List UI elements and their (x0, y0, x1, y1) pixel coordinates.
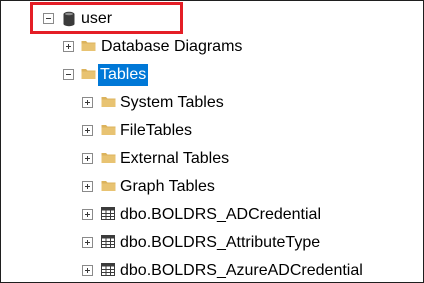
tree-node-label[interactable]: System Tables (118, 92, 226, 114)
tree-node-label[interactable]: dbo.BOLDRS_ADCredential (118, 204, 323, 226)
tree-node-external-tables[interactable]: External Tables (1, 148, 241, 170)
table-icon (101, 263, 115, 277)
tree-node-label[interactable]: Database Diagrams (99, 36, 244, 58)
tree-node-system-tables[interactable]: System Tables (1, 92, 241, 114)
folder-icon (101, 123, 116, 137)
expand-toggle-icon[interactable] (82, 237, 93, 248)
object-explorer-panel: user Database Diagrams Tables System Tab… (0, 0, 424, 283)
tree-node-label[interactable]: Tables (98, 64, 149, 86)
expand-toggle-icon[interactable] (82, 125, 93, 136)
tree-node-label[interactable]: dbo.BOLDRS_AttributeType (118, 232, 322, 254)
expand-toggle-icon[interactable] (82, 265, 93, 276)
folder-icon (101, 151, 116, 165)
highlight-annotation-box (30, 2, 183, 34)
folder-icon (101, 179, 116, 193)
expand-toggle-icon[interactable] (82, 153, 93, 164)
tree-node-label[interactable]: Graph Tables (118, 176, 217, 198)
expand-toggle-icon[interactable] (82, 97, 93, 108)
tree-node-label[interactable]: dbo.BOLDRS_AzureADCredential (118, 260, 365, 282)
expand-toggle-icon[interactable] (82, 209, 93, 220)
tree-node-table-azureadcredential[interactable]: dbo.BOLDRS_AzureADCredential (1, 260, 381, 282)
tree-node-table-adcredential[interactable]: dbo.BOLDRS_ADCredential (1, 204, 341, 226)
tree-node-filetables[interactable]: FileTables (1, 120, 201, 142)
expand-toggle-icon[interactable] (63, 41, 74, 52)
tree-node-database-diagrams[interactable]: Database Diagrams (1, 36, 261, 58)
folder-icon (81, 67, 96, 81)
tree-node-graph-tables[interactable]: Graph Tables (1, 176, 241, 198)
expand-toggle-icon[interactable] (82, 181, 93, 192)
tree-node-label[interactable]: External Tables (118, 148, 231, 170)
table-icon (101, 207, 115, 221)
folder-icon (81, 39, 96, 53)
tree-node-tables[interactable]: Tables (1, 64, 161, 86)
tree-node-table-attributetype[interactable]: dbo.BOLDRS_AttributeType (1, 232, 341, 254)
collapse-toggle-icon[interactable] (63, 69, 74, 80)
table-icon (101, 235, 115, 249)
tree-node-label[interactable]: FileTables (118, 120, 194, 142)
folder-icon (101, 95, 116, 109)
